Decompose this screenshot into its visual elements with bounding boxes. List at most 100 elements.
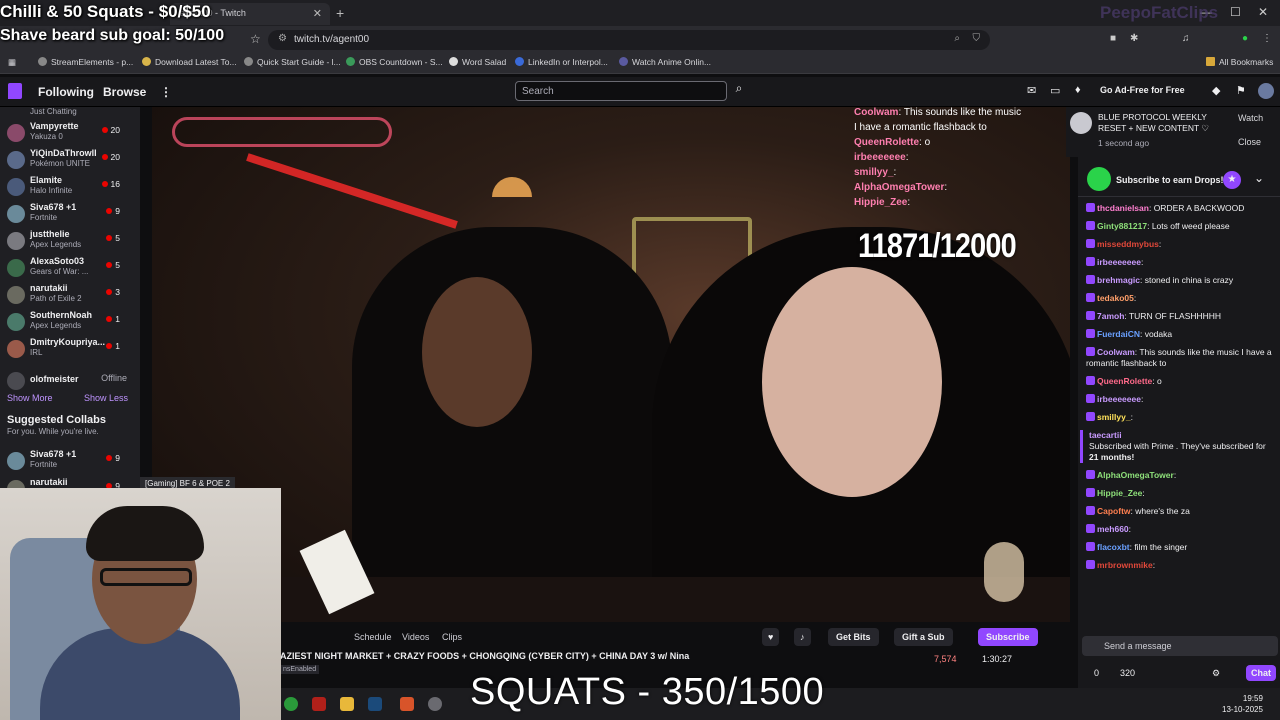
bookmark-item[interactable]: Quick Start Guide - l... [244,57,341,67]
chat-username[interactable]: FuerdaiCN [1097,329,1140,339]
nav-following[interactable]: Following [38,85,94,99]
brave-icon[interactable] [400,697,414,711]
inbox-icon[interactable]: ✉ [1027,84,1036,97]
go-ad-free-button[interactable]: Go Ad-Free for Free [1100,85,1185,95]
chat-message[interactable]: brehmagic: stoned in china is crazy [1086,275,1276,286]
chat-message[interactable]: FuerdaiCN: vodaka [1086,329,1276,340]
whispers-icon[interactable]: ▭ [1050,84,1060,97]
sidebar-channel-item[interactable]: Elamite Halo Infinite 16 [0,173,140,199]
bookmark-item[interactable]: Word Salad [449,57,506,67]
chat-username[interactable]: meh660 [1097,524,1129,534]
chat-message[interactable]: mrbrownmike: [1086,560,1276,571]
steam-icon[interactable] [368,697,382,711]
chat-username[interactable]: misseddmybus [1097,239,1159,249]
chat-username[interactable]: tedako05 [1097,293,1134,303]
chat-message[interactable]: flacoxbt: film the singer [1086,542,1276,553]
media-icon[interactable]: ♫ [1182,33,1190,44]
chat-message[interactable]: AlphaOmegaTower: [1086,470,1276,481]
chat-message[interactable]: irbeeeeeee: [1086,394,1276,405]
close-button[interactable]: Close [1238,137,1261,147]
chat-username[interactable]: QueenRolette [1097,376,1152,386]
tab-schedule[interactable]: Schedule [354,632,392,642]
follow-heart-icon[interactable]: ♥ [762,628,780,646]
watch-button[interactable]: Watch [1238,113,1263,123]
search-icon[interactable]: ⌕ [954,33,960,44]
menu-icon[interactable]: ⋮ [1262,33,1272,44]
show-less-link[interactable]: Show Less [84,393,128,403]
bookmark-item[interactable]: OBS Countdown - S... [346,57,443,67]
system-clock[interactable]: 19:59 13-10-2025 [1222,693,1263,715]
settings-gear-icon[interactable]: ⚙ [1212,668,1220,679]
chat-username[interactable]: thcdanielsan [1097,203,1149,213]
chat-message[interactable]: thcdanielsan: ORDER A BACKWOOD [1086,203,1276,214]
all-bookmarks[interactable]: All Bookmarks [1206,57,1273,67]
chat-username[interactable]: AlphaOmegaTower [1097,470,1174,480]
chat-username[interactable]: Coolwam [1097,347,1135,357]
suggested-channel-item[interactable]: Siva678 +1 Fortnite 9 [0,447,140,473]
chat-username[interactable]: irbeeeeeee [1097,394,1141,404]
subscribe-button[interactable]: Subscribe [978,628,1038,646]
show-more-link[interactable]: Show More [7,393,53,403]
sidebar-channel-item[interactable]: SouthernNoah Apex Legends 1 [0,308,140,334]
more-icon[interactable]: ⋮ [160,85,172,99]
chat-username[interactable]: smillyy_ [1097,412,1131,422]
stream-tag[interactable]: nsEnabled [280,665,320,674]
chat-message[interactable]: Hippie_Zee: [1086,488,1276,499]
twitch-logo-icon[interactable] [8,83,22,99]
chat-username[interactable]: 7amoh [1097,311,1124,321]
chat-message[interactable]: irbeeeeeee: [1086,257,1276,268]
sidebar-channel-item[interactable]: Siva678 +1 Fortnite 9 [0,200,140,226]
sidebar-channel-item[interactable]: narutakii Path of Exile 2 3 [0,281,140,307]
chat-username[interactable]: Ginty881217 [1097,221,1147,231]
extension-icon[interactable]: ■ [1110,33,1116,44]
new-tab-icon[interactable]: + [336,5,344,21]
channel-item-offline[interactable]: olofmeister Offline [0,367,140,393]
nav-browse[interactable]: Browse [103,85,146,99]
bookmark-item[interactable]: Download Latest To... [142,57,237,67]
chevron-down-icon[interactable]: ⌄ [1254,171,1264,185]
bookmark-item[interactable]: Watch Anime Onlin... [619,57,711,67]
get-bits-button[interactable]: Get Bits [828,628,879,646]
chat-message[interactable]: QueenRolette: o [1086,376,1276,387]
user-avatar[interactable] [1258,83,1274,99]
chat-message[interactable]: Ginty881217: Lots off weed please [1086,221,1276,232]
chat-username[interactable]: taecartii [1089,430,1276,441]
prime-icon[interactable]: ♦ [1075,84,1081,96]
chat-message[interactable]: smillyy_: [1086,412,1276,423]
chat-username[interactable]: irbeeeeeee [1097,257,1141,267]
chat-message[interactable]: meh660: [1086,524,1276,535]
drops-banner[interactable]: Subscribe to earn Drops! ★ ⌄ [1078,161,1280,197]
bell-icon[interactable]: ♪ [794,628,811,646]
chat-username[interactable]: Capoftw [1097,506,1131,516]
shield-icon[interactable]: ⛉ [973,33,981,44]
profile-icon[interactable]: ● [1242,33,1248,44]
bookmark-item[interactable]: StreamElements - p... [38,57,133,67]
app-icon[interactable] [312,697,326,711]
tab-close-icon[interactable]: ✕ [313,7,322,20]
search-input[interactable]: Search [515,81,727,101]
chat-send-button[interactable]: Chat [1246,665,1276,681]
chat-username[interactable]: flacoxbt [1097,542,1130,552]
tab-videos[interactable]: Videos [402,632,429,642]
video-player[interactable]: Coolwam: This sounds like the music I hav… [152,107,1070,622]
address-bar[interactable]: ⚙ twitch.tv/agent00 ⌕ ⛉ [268,30,990,50]
notifications-icon[interactable]: ⚑ [1236,84,1246,97]
obs-icon[interactable] [428,697,442,711]
chat-input[interactable]: Send a message [1082,636,1278,656]
chat-message[interactable]: tedako05: [1086,293,1276,304]
bits-icon[interactable]: ◆ [1212,84,1220,97]
puzzle-icon[interactable]: ✱ [1130,33,1138,44]
channel-points-balance[interactable]: 320 [1120,668,1135,678]
apps-icon[interactable]: ▦ [8,57,16,68]
bookmark-star-icon[interactable]: ☆ [250,32,261,46]
chat-message[interactable]: 7amoh: TURN OF FLASHHHHH [1086,311,1276,322]
sidebar-channel-item[interactable]: AlexaSoto03 Gears of War: ... 5 [0,254,140,280]
sidebar-channel-item[interactable]: YiQinDaThrowll Pokémon UNITE 20 [0,146,140,172]
close-window-icon[interactable]: ✕ [1258,5,1268,19]
chat-message[interactable]: misseddmybus: [1086,239,1276,250]
gift-sub-button[interactable]: Gift a Sub [894,628,953,646]
chat-username[interactable]: mrbrownmike [1097,560,1153,570]
maximize-icon[interactable]: ☐ [1230,5,1241,19]
search-button-icon[interactable]: ⌕ [729,81,749,101]
chat-message[interactable]: Coolwam: This sounds like the music I ha… [1086,347,1276,369]
